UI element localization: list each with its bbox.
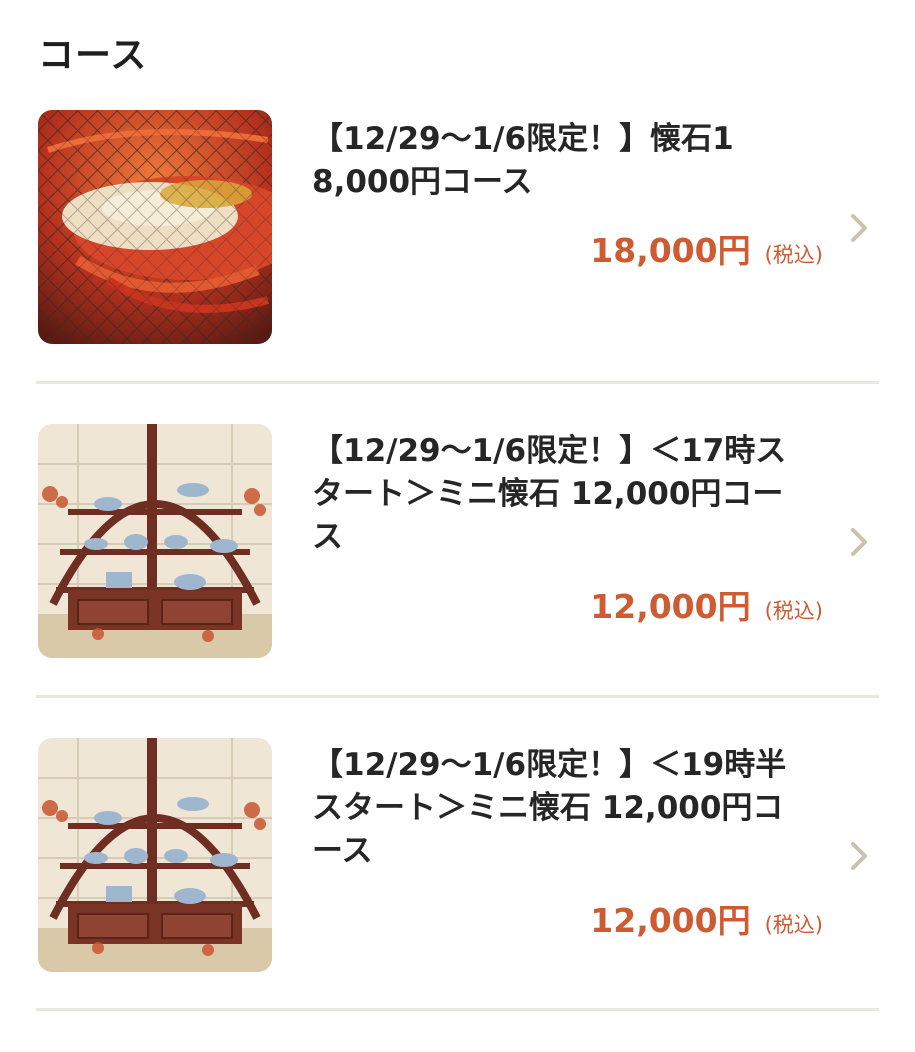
course-item[interactable]: 【12/29〜1/6限定！】＜17時スタート＞ミニ懐石 12,000円コース 1… (0, 424, 915, 738)
chevron-right-icon (851, 214, 867, 242)
tax-label: (税込) (764, 243, 823, 267)
course-image-kaiseki (38, 424, 272, 658)
course-price: 12,000円 (590, 901, 751, 940)
divider (36, 1008, 879, 1011)
course-item[interactable]: 【12/29〜1/6限定！】懐石18,000円コース 18,000円 (税込) (0, 110, 915, 424)
course-price: 12,000円 (590, 587, 751, 626)
price-row: 18,000円 (税込) (590, 224, 823, 272)
course-image-lobster (38, 110, 272, 344)
tax-label: (税込) (764, 913, 823, 937)
course-name: 【12/29〜1/6限定！】＜19時半スタート＞ミニ懐石 12,000円コース (312, 747, 787, 869)
divider (36, 695, 879, 698)
price-row: 12,000円 (税込) (590, 580, 823, 628)
section-title: コース (38, 35, 148, 76)
course-name: 【12/29〜1/6限定！】＜17時スタート＞ミニ懐石 12,000円コース (312, 433, 787, 555)
chevron-right-icon (851, 842, 867, 870)
course-price: 18,000円 (590, 231, 751, 270)
price-row: 12,000円 (税込) (590, 894, 823, 942)
divider (36, 381, 879, 384)
course-name: 【12/29〜1/6限定！】懐石18,000円コース (312, 121, 734, 200)
chevron-right-icon (851, 528, 867, 556)
tax-label: (税込) (764, 599, 823, 623)
course-item[interactable]: 【12/29〜1/6限定！】＜19時半スタート＞ミニ懐石 12,000円コース … (0, 738, 915, 1052)
course-image-kaiseki (38, 738, 272, 972)
